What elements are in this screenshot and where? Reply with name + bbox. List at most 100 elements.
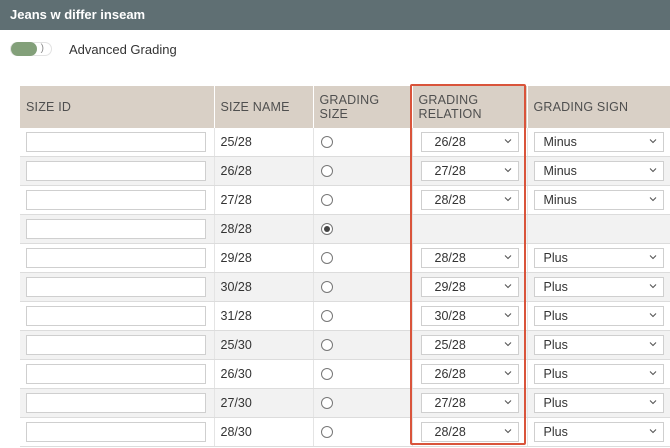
grading-relation-value: 29/28 (434, 280, 466, 294)
grading-sign-select[interactable]: Minus (533, 132, 664, 152)
grading-size-cell (313, 330, 413, 360)
table-row: 30/28 29/28 Plus (20, 272, 670, 302)
advanced-grading-toggle[interactable]: ) (10, 42, 52, 56)
grading-relation-cell: 28/28 (412, 417, 528, 447)
size-id-input[interactable] (26, 219, 206, 239)
grading-relation-select[interactable]: 27/28 (420, 161, 519, 181)
grading-size-radio[interactable] (320, 223, 333, 235)
grading-size-radio[interactable] (320, 310, 333, 322)
chevron-down-icon (504, 197, 511, 202)
size-id-cell (20, 156, 215, 186)
size-id-cell (20, 128, 215, 157)
grading-relation-cell: 27/28 (412, 388, 528, 418)
grading-relation-cell: 28/28 (412, 243, 528, 273)
grading-sign-value: Plus (543, 309, 568, 323)
advanced-grading-row: ) Advanced Grading (10, 38, 177, 60)
advanced-grading-label: Advanced Grading (69, 41, 177, 57)
size-id-input[interactable] (26, 132, 206, 152)
header-size-name: SIZE NAME (214, 86, 314, 128)
grading-sign-value: Plus (543, 367, 568, 381)
grading-sign-select[interactable]: Plus (533, 393, 664, 413)
grading-relation-select[interactable]: 26/28 (420, 132, 519, 152)
size-id-cell (20, 330, 215, 360)
size-id-input[interactable] (26, 277, 206, 297)
size-name-cell: 27/30 (214, 388, 314, 418)
table-row: 26/28 27/28 Minus (20, 156, 670, 186)
table-row: 26/30 26/28 Plus (20, 359, 670, 389)
table-row: 25/30 25/28 Plus (20, 330, 670, 360)
grading-relation-cell: 26/28 (412, 128, 528, 157)
size-id-input[interactable] (26, 306, 206, 326)
chevron-down-icon (649, 139, 656, 144)
grading-relation-select[interactable]: 30/28 (420, 306, 519, 326)
table-row: 27/28 28/28 Minus (20, 185, 670, 215)
grading-size-radio[interactable] (320, 194, 333, 206)
size-name: 25/30 (220, 338, 252, 352)
grading-size-cell (313, 214, 413, 244)
chevron-down-icon (649, 255, 656, 260)
grading-sign-cell: Plus (527, 243, 670, 273)
grading-sign-select[interactable]: Minus (533, 161, 664, 181)
table-header-row: SIZE ID SIZE NAME GRADING SIZE GRADING R… (20, 86, 670, 128)
size-id-input[interactable] (26, 190, 206, 210)
size-id-input[interactable] (26, 364, 206, 384)
size-name-cell: 30/28 (214, 272, 314, 302)
grading-sign-select[interactable]: Plus (533, 364, 664, 384)
grading-size-radio[interactable] (320, 339, 333, 351)
grading-size-radio[interactable] (320, 397, 333, 409)
window-title: Jeans w differ inseam (0, 0, 670, 30)
chevron-down-icon (504, 400, 511, 405)
chevron-down-icon (504, 429, 511, 434)
table-row: 25/28 26/28 Minus (20, 128, 670, 157)
grading-relation-select[interactable]: 25/28 (420, 335, 519, 355)
table-row: 31/28 30/28 Plus (20, 301, 670, 331)
grading-sign-select[interactable]: Plus (533, 306, 664, 326)
chevron-down-icon (504, 284, 511, 289)
size-id-input[interactable] (26, 335, 206, 355)
grading-sign-value: Plus (543, 425, 568, 439)
size-name: 27/30 (220, 396, 252, 410)
grading-relation-select[interactable]: 27/28 (420, 393, 519, 413)
size-name: 31/28 (220, 309, 252, 323)
grading-relation-select[interactable]: 29/28 (420, 277, 519, 297)
size-name: 26/30 (220, 367, 252, 381)
grading-relation-value: 28/28 (434, 251, 466, 265)
grading-size-cell (313, 185, 413, 215)
grading-sign-select[interactable]: Plus (533, 248, 664, 268)
grading-relation-cell: 29/28 (412, 272, 528, 302)
grading-size-radio[interactable] (320, 136, 333, 148)
grading-size-cell (313, 301, 413, 331)
grading-size-cell (313, 388, 413, 418)
size-name: 30/28 (220, 280, 252, 294)
grading-size-radio[interactable] (320, 281, 333, 293)
grading-size-cell (313, 243, 413, 273)
grading-sign-select[interactable]: Minus (533, 190, 664, 210)
size-name-cell: 26/30 (214, 359, 314, 389)
grading-size-radio[interactable] (320, 165, 333, 177)
table-row: 29/28 28/28 Plus (20, 243, 670, 273)
grading-sign-cell: Plus (527, 388, 670, 418)
grading-sign-select[interactable]: Plus (533, 422, 664, 442)
grading-sign-select[interactable]: Plus (533, 277, 664, 297)
toggle-off-mark-icon: ) (40, 43, 44, 54)
grading-relation-select[interactable]: 28/28 (420, 190, 519, 210)
grading-relation-select[interactable]: 28/28 (420, 422, 519, 442)
chevron-down-icon (649, 197, 656, 202)
size-id-input[interactable] (26, 393, 206, 413)
grading-relation-select[interactable]: 28/28 (420, 248, 519, 268)
size-id-input[interactable] (26, 422, 206, 442)
grading-size-radio[interactable] (320, 252, 333, 264)
grading-relation-cell (412, 214, 528, 244)
grading-sign-value: Plus (543, 280, 568, 294)
grading-relation-select[interactable]: 26/28 (420, 364, 519, 384)
size-id-input[interactable] (26, 161, 206, 181)
size-id-cell (20, 359, 215, 389)
grading-size-cell (313, 272, 413, 302)
grading-relation-value: 27/28 (434, 164, 466, 178)
grading-size-radio[interactable] (320, 426, 333, 438)
size-id-input[interactable] (26, 248, 206, 268)
grading-size-cell (313, 359, 413, 389)
grading-sign-select[interactable]: Plus (533, 335, 664, 355)
grading-size-cell (313, 417, 413, 447)
grading-size-radio[interactable] (320, 368, 333, 380)
